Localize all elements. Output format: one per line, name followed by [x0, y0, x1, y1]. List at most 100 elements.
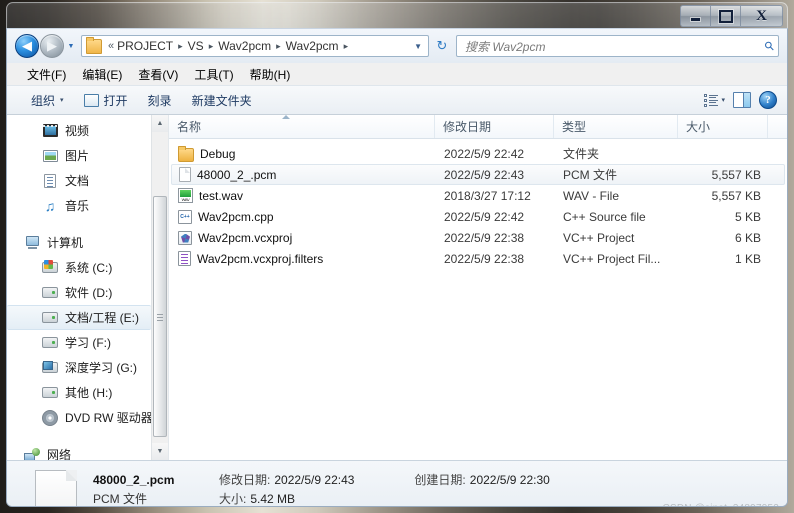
column-header-label: 修改日期 [443, 119, 492, 134]
sidebar-item-network[interactable]: 网络 [7, 442, 168, 460]
sidebar-item-drive-e[interactable]: 文档/工程 (E:) [7, 305, 151, 330]
column-header-label: 名称 [177, 119, 202, 134]
column-header-size[interactable]: 大小 [678, 115, 768, 138]
organize-button[interactable]: 组织 ▾ [21, 89, 74, 112]
navigation-list: 视频 图片 文档 ♫ 音乐 计算机 系统 (C:) 软件 (D:) 文档/工程 … [7, 115, 168, 460]
sidebar-item-label: 网络 [47, 448, 72, 460]
video-icon [41, 124, 59, 137]
sidebar-item-computer[interactable]: 计算机 [7, 230, 168, 255]
breadcrumb-dropdown-icon[interactable]: ▼ [408, 42, 428, 51]
file-name-label: Debug [200, 146, 236, 161]
help-button[interactable]: ? [755, 88, 781, 112]
table-row[interactable]: 48000_2_.pcm 2022/5/9 22:43 PCM 文件 5,557… [171, 164, 785, 185]
sidebar-item-label: 视频 [65, 124, 90, 138]
generic-file-icon [35, 470, 77, 506]
new-folder-button[interactable]: 新建文件夹 [182, 89, 262, 112]
cpp-file-icon [178, 209, 192, 224]
menu-tools[interactable]: 工具(T) [186, 64, 241, 85]
breadcrumb-bar[interactable]: « PROJECT ▸ VS ▸ Wav2pcm ▸ Wav2pcm ▸ ▼ [81, 35, 429, 57]
history-dropdown-button[interactable]: ▼ [65, 43, 77, 50]
list-view-icon [704, 94, 719, 107]
picture-icon [41, 149, 59, 162]
menu-help[interactable]: 帮助(H) [242, 64, 299, 85]
sidebar-item-pictures[interactable]: 图片 [7, 143, 168, 168]
sidebar-item-drive-h[interactable]: 其他 (H:) [7, 380, 168, 405]
table-row[interactable]: Wav2pcm.vcxproj.filters 2022/5/9 22:38 V… [171, 248, 785, 269]
burn-button[interactable]: 刻录 [138, 89, 182, 112]
file-size-cell: 5,557 KB [711, 167, 761, 182]
column-header-type[interactable]: 类型 [554, 115, 678, 138]
breadcrumb-separator-icon[interactable]: ▸ [174, 41, 187, 52]
details-created-label: 创建日期: [414, 473, 466, 487]
close-button[interactable]: X [741, 5, 783, 27]
drive-icon [41, 312, 59, 323]
table-row[interactable]: Wav2pcm.cpp 2022/5/9 22:42 C++ Source fi… [171, 206, 785, 227]
breadcrumb-separator-icon[interactable]: ▸ [205, 41, 218, 52]
file-name-label: Wav2pcm.vcxproj [198, 230, 293, 245]
back-arrow-icon: ◀ [22, 38, 32, 54]
column-header-name[interactable]: 名称 [169, 115, 435, 138]
file-date-cell: 2018/3/27 17:12 [444, 188, 531, 203]
generic-file-icon [179, 167, 191, 182]
explorer-window: X ◀ ▶ ▼ « PROJECT ▸ VS ▸ Wav2pcm ▸ Wav2p… [6, 2, 788, 507]
menu-file[interactable]: 文件(F) [19, 64, 74, 85]
open-button[interactable]: 打开 [74, 89, 138, 112]
navigation-scrollbar[interactable]: ▲ ▼ [151, 115, 168, 460]
minimize-button[interactable] [680, 5, 711, 27]
sidebar-item-label: 图片 [65, 149, 90, 163]
details-modified-group: 修改日期: 2022/5/9 22:43 [219, 471, 354, 488]
file-date-cell: 2022/5/9 22:42 [444, 146, 525, 161]
back-button[interactable]: ◀ [15, 34, 39, 58]
sidebar-item-drive-g[interactable]: 深度学习 (G:) [7, 355, 168, 380]
minimize-icon [691, 17, 700, 21]
details-file-type: PCM 文件 [93, 492, 148, 506]
table-row[interactable]: Wav2pcm.vcxproj 2022/5/9 22:38 VC++ Proj… [171, 227, 785, 248]
chevron-down-icon: ▾ [60, 97, 64, 104]
search-input[interactable]: 搜索 Wav2pcm [465, 38, 765, 55]
menu-edit[interactable]: 编辑(E) [74, 64, 130, 85]
menu-bar: 文件(F) 编辑(E) 查看(V) 工具(T) 帮助(H) [7, 63, 787, 85]
breadcrumb-separator-icon[interactable]: ▸ [272, 41, 285, 52]
sidebar-item-drive-c[interactable]: 系统 (C:) [7, 255, 168, 280]
wav-file-icon [178, 188, 193, 203]
drive-icon [41, 387, 59, 398]
file-size-cell: 1 KB [734, 251, 761, 266]
refresh-button[interactable]: ↻ [430, 34, 454, 58]
breadcrumb-item-vs[interactable]: VS [187, 39, 205, 53]
navigation-pane: 视频 图片 文档 ♫ 音乐 计算机 系统 (C:) 软件 (D:) 文档/工程 … [7, 115, 169, 460]
breadcrumb-separator-icon[interactable]: ▸ [340, 41, 353, 52]
breadcrumb-overflow-icon[interactable]: « [106, 40, 116, 52]
sidebar-item-dvd-drive[interactable]: DVD RW 驱动器 [7, 405, 168, 430]
file-name-cell: Debug [172, 145, 436, 162]
search-box[interactable]: 搜索 Wav2pcm ⚲ [456, 35, 779, 57]
sidebar-item-music[interactable]: ♫ 音乐 [7, 193, 168, 218]
file-name-label: Wav2pcm.cpp [198, 209, 274, 224]
sidebar-item-documents[interactable]: 文档 [7, 168, 168, 193]
window-controls: X [680, 5, 783, 27]
preview-pane-button[interactable] [729, 89, 755, 111]
breadcrumb-item-project[interactable]: PROJECT [116, 39, 174, 53]
filters-file-icon [178, 251, 191, 266]
change-view-button[interactable]: ▾ [700, 91, 729, 109]
scroll-up-icon[interactable]: ▲ [152, 115, 168, 132]
menu-view[interactable]: 查看(V) [130, 64, 186, 85]
breadcrumb-item-wav2pcm[interactable]: Wav2pcm [285, 39, 340, 53]
table-row[interactable]: Debug 2022/5/9 22:42 文件夹 [171, 143, 785, 164]
column-header-label: 类型 [562, 119, 587, 134]
maximize-button[interactable] [711, 5, 741, 27]
open-label: 打开 [103, 93, 128, 108]
sidebar-item-videos[interactable]: 视频 [7, 118, 168, 143]
column-header-date[interactable]: 修改日期 [435, 115, 554, 138]
table-row[interactable]: test.wav 2018/3/27 17:12 WAV - File 5,55… [171, 185, 785, 206]
breadcrumb-item-wav2pcm-parent[interactable]: Wav2pcm [217, 39, 272, 53]
scrollbar-thumb[interactable] [153, 196, 167, 437]
file-type-cell: C++ Source file [563, 209, 646, 224]
sidebar-item-drive-d[interactable]: 软件 (D:) [7, 280, 168, 305]
file-name-label: Wav2pcm.vcxproj.filters [197, 251, 324, 266]
chevron-down-icon: ▾ [721, 97, 725, 104]
forward-button[interactable]: ▶ [40, 34, 64, 58]
file-name-label: 48000_2_.pcm [197, 167, 277, 182]
file-size-cell: 5,557 KB [711, 188, 761, 203]
scroll-down-icon[interactable]: ▼ [152, 443, 168, 460]
sidebar-item-drive-f[interactable]: 学习 (F:) [7, 330, 168, 355]
